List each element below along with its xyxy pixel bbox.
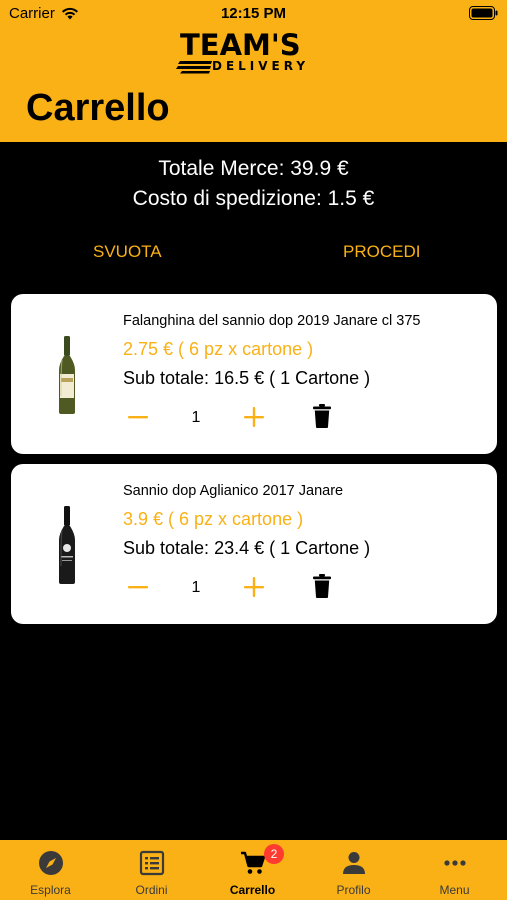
- decrease-quantity-icon[interactable]: [127, 576, 149, 598]
- cart-icon: [240, 851, 265, 874]
- decrease-quantity-icon[interactable]: [127, 406, 149, 428]
- speed-lines-icon: [176, 61, 212, 74]
- tab-label: Carrello: [229, 883, 276, 897]
- trash-icon[interactable]: [313, 404, 331, 428]
- product-price: 2.75 € ( 6 pz x cartone ): [123, 339, 314, 359]
- merchandise-total: Totale Merce: 39.9 €: [158, 157, 349, 180]
- product-price: 3.9 € ( 6 pz x cartone ): [123, 509, 304, 529]
- person-icon: [342, 852, 365, 874]
- quantity-value: 1: [191, 409, 201, 426]
- quantity-value: 1: [191, 579, 201, 596]
- tab-bar: Esplora Ordini 2 Carrello Profilo Menu: [0, 840, 507, 900]
- clock: 12:15 PM: [220, 5, 287, 22]
- tab-ordini[interactable]: Ordini: [101, 840, 202, 900]
- tab-label: Ordini: [135, 883, 168, 897]
- cart-count-badge: 2: [264, 844, 284, 864]
- increase-quantity-icon[interactable]: [243, 406, 265, 428]
- shipping-cost: Costo di spedizione: 1.5 €: [132, 187, 375, 210]
- tab-profilo[interactable]: Profilo: [303, 840, 404, 900]
- logo-wordmark: TEAM'S: [180, 28, 301, 62]
- status-bar: Carrier 12:15 PM: [0, 0, 507, 28]
- battery-icon: [469, 6, 498, 20]
- tab-label: Profilo: [336, 883, 371, 897]
- cart-item: Sannio dop Aglianico 2017 Janare 3.9 € (…: [11, 464, 497, 624]
- tab-label: Esplora: [30, 883, 71, 897]
- product-subtotal: Sub totale: 23.4 € ( 1 Cartone ): [123, 538, 371, 558]
- compass-icon: [38, 851, 63, 875]
- empty-cart-button[interactable]: SVUOTA: [93, 241, 162, 263]
- tab-label: Menu: [439, 883, 470, 897]
- tab-carrello[interactable]: 2 Carrello: [202, 840, 303, 900]
- app-header: Carrier 12:15 PM TEAM'S DELIVERY Carrell…: [0, 0, 507, 142]
- more-icon: [443, 860, 466, 866]
- tab-menu[interactable]: Menu: [404, 840, 505, 900]
- product-subtotal: Sub totale: 16.5 € ( 1 Cartone ): [123, 368, 371, 388]
- tab-esplora[interactable]: Esplora: [0, 840, 101, 900]
- list-icon: [139, 850, 164, 876]
- proceed-button[interactable]: PROCEDI: [343, 241, 420, 263]
- product-name: Sannio dop Aglianico 2017 Janare: [123, 483, 344, 499]
- white-wine-bottle-image: [59, 336, 75, 414]
- trash-icon[interactable]: [313, 574, 331, 598]
- page-title: Carrello: [26, 87, 170, 129]
- teams-delivery-logo: TEAM'S DELIVERY: [176, 28, 336, 78]
- red-wine-bottle-image: [59, 506, 75, 584]
- product-name: Falanghina del sannio dop 2019 Janare cl…: [123, 313, 421, 329]
- cart-item: Falanghina del sannio dop 2019 Janare cl…: [11, 294, 497, 454]
- logo-subtitle: DELIVERY: [212, 59, 310, 73]
- increase-quantity-icon[interactable]: [243, 576, 265, 598]
